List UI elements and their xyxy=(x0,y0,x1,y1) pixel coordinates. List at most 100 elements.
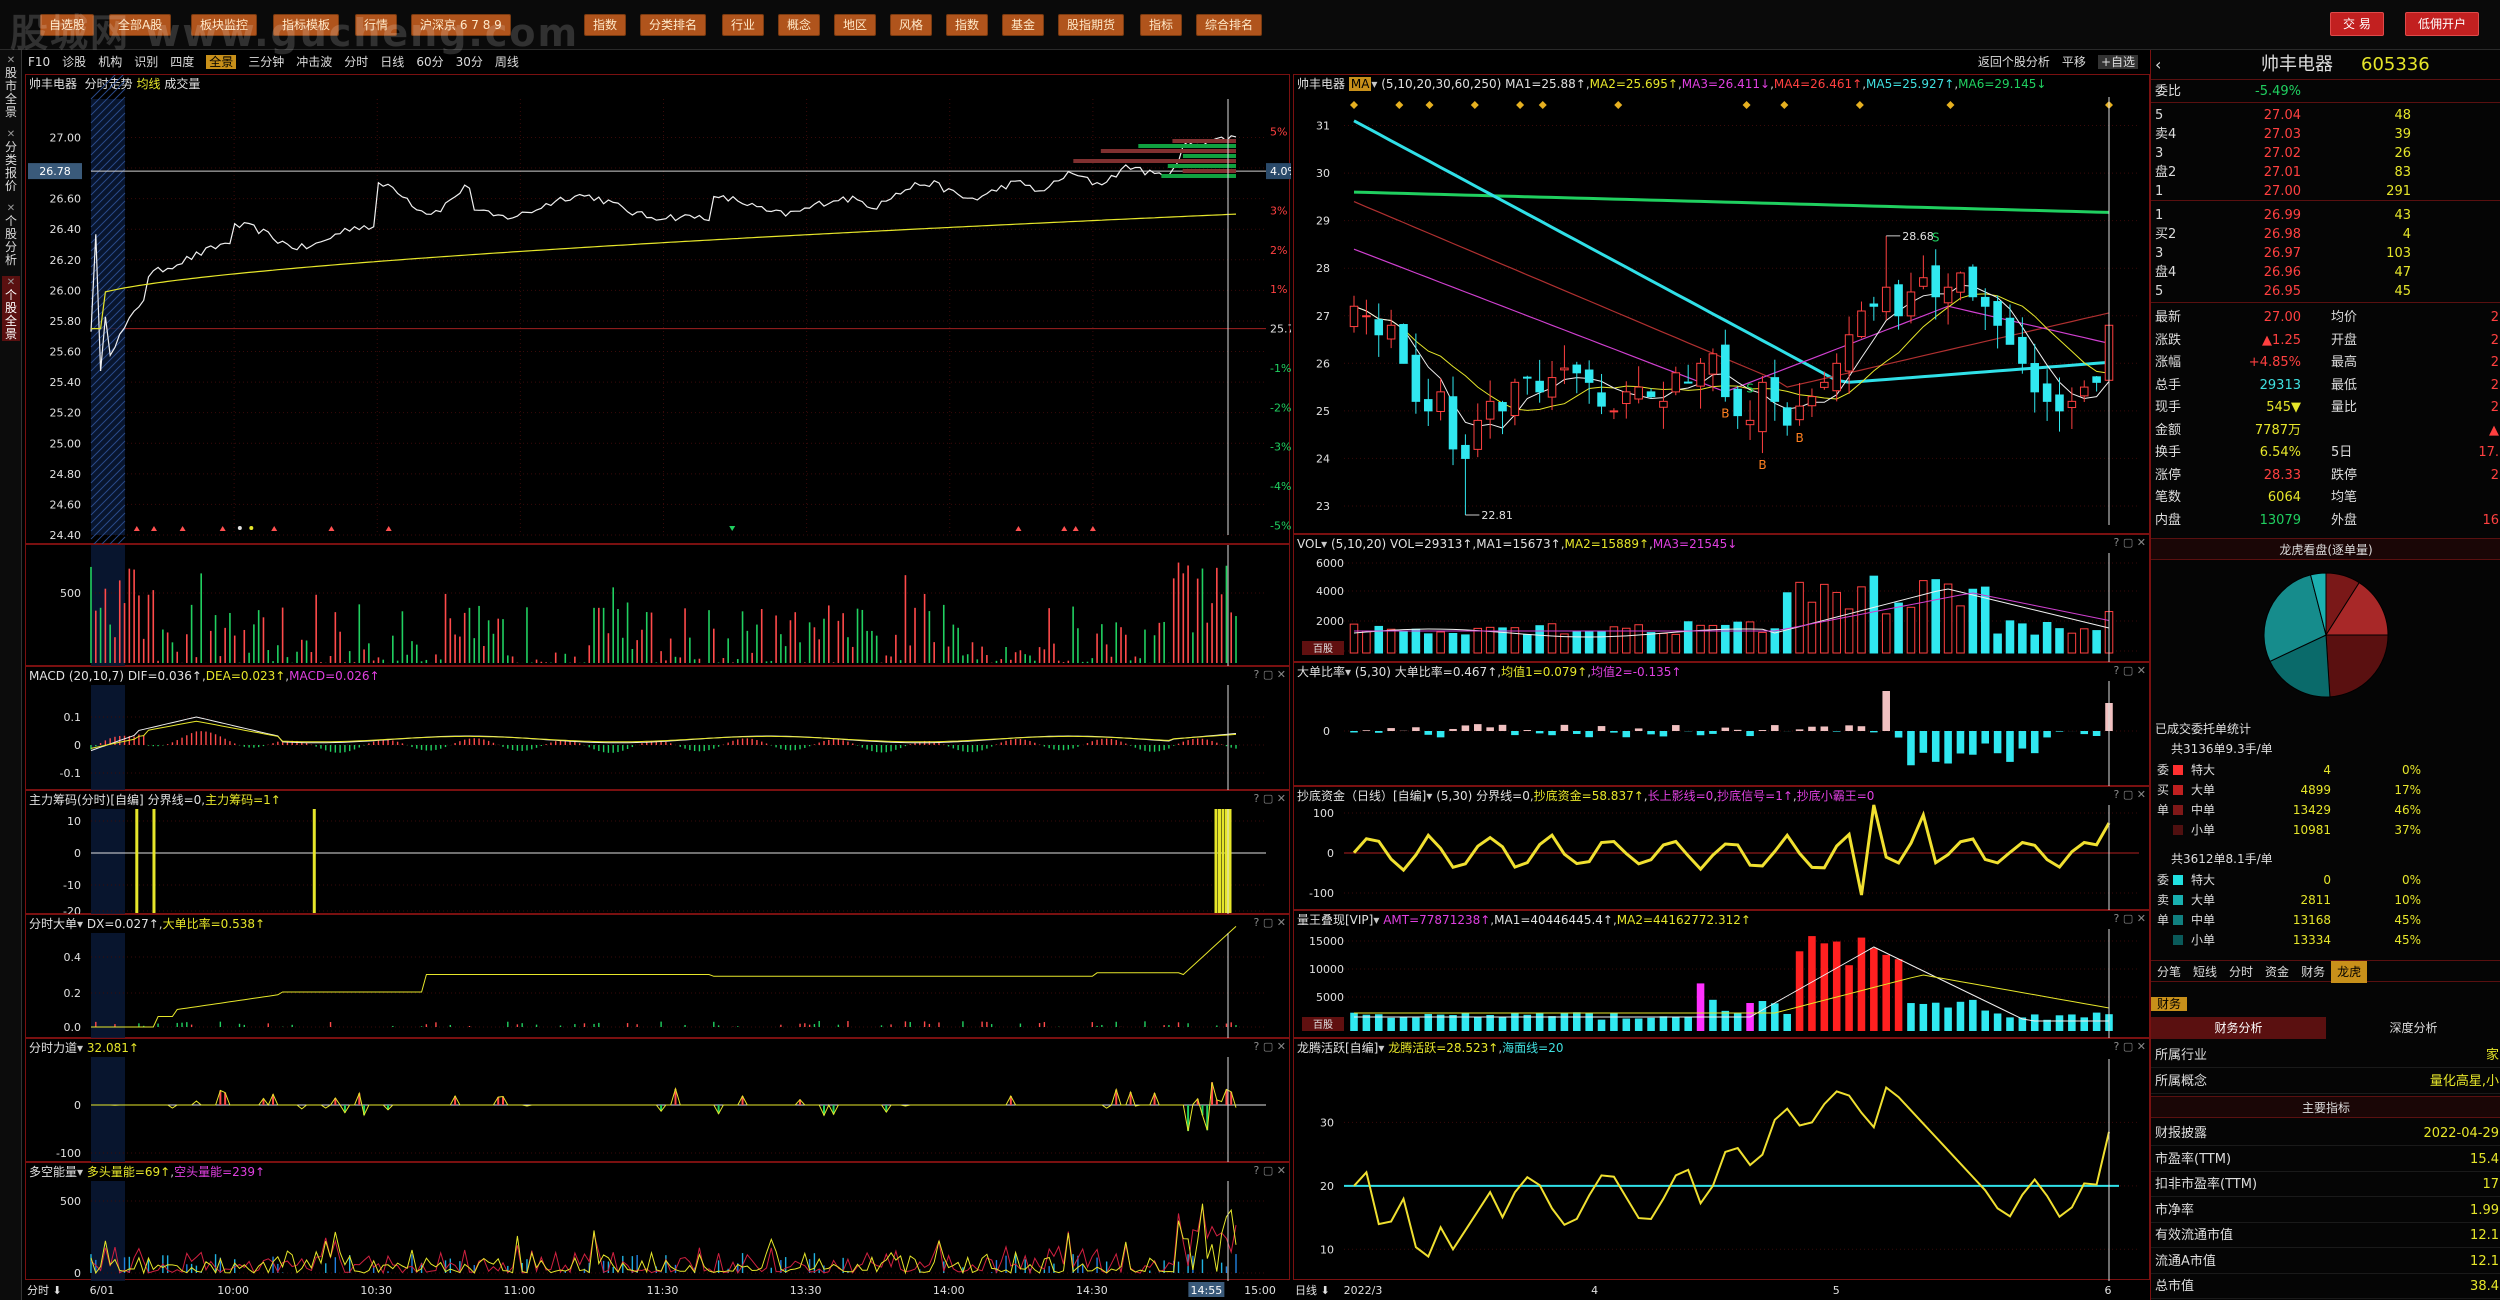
candle-body xyxy=(1807,396,1817,407)
main-chips-panel[interactable]: 主力筹码(分时)[自编] 分界线=0,主力筹码=1↑ ? ▢ ✕ 10 0 -10-… xyxy=(25,790,1290,915)
macd-panel[interactable]: MACD (20,10,7) DIF=0.036↑,DEA=0.023↑,MAC… xyxy=(25,666,1290,791)
long-short-energy-panel[interactable]: 多空能量▾ 多头量能=69↑,空头量能=239↑ ? ▢ ✕ 500 0 xyxy=(25,1162,1290,1281)
dragon-active-panel[interactable]: 龙腾活跃[自编]▾ 龙腾活跃=28.523↑,海面线=20 ? ▢ ✕ 30 20… xyxy=(1293,1038,2150,1281)
book-price: 27.02 xyxy=(2263,146,2301,161)
toolbar-item[interactable]: 周线 xyxy=(495,55,519,69)
macd-chart: 0.1 0 -0.1 xyxy=(60,685,1266,791)
toolbar-item[interactable]: 60分 xyxy=(416,55,443,69)
top-menu-button[interactable]: 概念 xyxy=(778,14,821,36)
top-menu-button[interactable]: 沪深京 6 7 8 9 xyxy=(411,14,511,36)
low-label: 22.81 xyxy=(1481,509,1513,522)
pie-slice xyxy=(2325,634,2389,698)
toolbar-item[interactable]: 全景 xyxy=(206,55,237,69)
top-menu-button[interactable]: 综合排名 xyxy=(1196,14,1263,36)
vtab-4[interactable]: ✕ 个股全景 xyxy=(2,276,20,341)
toolbar-item[interactable]: 诊股 xyxy=(62,55,86,69)
price-tick: 25.00 xyxy=(50,437,82,450)
top-menu-button[interactable]: 指数 xyxy=(584,14,627,36)
kline-price-panel[interactable]: 帅丰电器 MA ▾ (5,10,20,30,60,250) MA1=25.88↑,… xyxy=(1293,74,2150,534)
ask-row[interactable]: 盘2 27.01 83 xyxy=(2151,163,2500,182)
ask-row[interactable]: 5 27.04 48 xyxy=(2151,106,2500,125)
top-menu-button[interactable]: 股指期货 xyxy=(1058,14,1125,36)
toolbar-item[interactable]: 30分 xyxy=(456,55,483,69)
top-menu-button[interactable]: 地区 xyxy=(834,14,877,36)
toolbar-item[interactable]: 分时 xyxy=(344,55,368,69)
back-arrow-icon[interactable]: ‹ xyxy=(2155,50,2161,80)
quote-tab[interactable]: 分时 xyxy=(2223,961,2259,983)
bid-row[interactable]: 1 26.99 43 xyxy=(2151,206,2500,225)
quote-tab[interactable]: 财务 xyxy=(2295,961,2331,983)
ljtx-bar xyxy=(1597,1019,1606,1031)
top-menu-button[interactable]: 风格 xyxy=(890,14,933,36)
signal-diamond xyxy=(1614,101,1623,109)
toolbar-item[interactable]: 日线 xyxy=(380,55,404,69)
top-menu-button[interactable]: 分类排名 xyxy=(640,14,707,36)
trade-button[interactable]: 交 易 xyxy=(2330,12,2384,36)
toolbar-item[interactable]: 四度 xyxy=(170,55,194,69)
bid-row[interactable]: 3 26.97 103 xyxy=(2151,244,2500,263)
vtab-3[interactable]: ✕ 个股分析 xyxy=(2,202,20,267)
add-watch-button[interactable]: +自选 xyxy=(2097,55,2138,69)
fin-analysis-tab[interactable]: 财务分析 xyxy=(2151,1017,2326,1039)
ask-row[interactable]: 3 27.02 26 xyxy=(2151,144,2500,163)
bigorder-line xyxy=(91,926,1237,1028)
key-label: 市净率 xyxy=(2155,1202,2195,1218)
kline-volume-panel[interactable]: VOL▾ (5,10,20) VOL=29313↑,MA1=15673↑,MA2… xyxy=(1293,534,2150,663)
toolbar-item[interactable]: F10 xyxy=(28,55,50,69)
top-menu-button[interactable]: 基金 xyxy=(1002,14,1045,36)
top-menu-button[interactable]: 行情 xyxy=(355,14,398,36)
toolbar-item[interactable]: 三分钟 xyxy=(248,55,284,69)
kvol-bar xyxy=(1881,613,1891,654)
candle-body xyxy=(1832,362,1841,392)
quote-tab[interactable]: 短线 xyxy=(2187,961,2223,983)
kvol-bar xyxy=(1943,583,1953,654)
intraday-price-panel[interactable]: 帅丰电器 分时走势 均线 成交量 27.0026.8026.6026.4026.… xyxy=(25,74,1291,545)
bid-row[interactable]: 5 26.95 45 xyxy=(2151,282,2500,301)
quote-tab[interactable]: 分笔 xyxy=(2151,961,2187,983)
bid-row[interactable]: 盘4 26.96 47 xyxy=(2151,263,2500,282)
intraday-force-panel[interactable]: 分时力道▾ 32.081↑ ? ▢ ✕ 0 -100 xyxy=(25,1038,1290,1163)
vtab-2[interactable]: ✕ 分类报价 xyxy=(2,128,20,193)
order-pct: 45% xyxy=(2394,933,2421,947)
top-menu-button[interactable]: 指标模板 xyxy=(273,14,340,36)
order-pct: 0% xyxy=(2401,873,2421,887)
pct-tick: -1% xyxy=(1270,362,1291,375)
toolbar-item[interactable]: 识别 xyxy=(134,55,158,69)
book-label: 卖4 xyxy=(2155,127,2177,142)
quote-tab[interactable]: 龙虎 xyxy=(2331,961,2368,983)
top-menu-button[interactable]: 指标 xyxy=(1140,14,1183,36)
vtab-1[interactable]: ✕ 股市全景 xyxy=(2,54,20,119)
bottom-fishing-panel[interactable]: 抄底资金（日线）[自编]▾ (5,30) 分界线=0,抄底资金=58.837↑,… xyxy=(1293,786,2150,911)
signal-marker xyxy=(249,526,254,530)
top-menu-button[interactable]: 全部A股 xyxy=(109,14,172,36)
candle-body xyxy=(1758,381,1767,433)
finance-tab[interactable]: 财务 xyxy=(2151,997,2188,1011)
toolbar-item[interactable]: 冲击波 xyxy=(296,55,332,69)
book-price: 26.96 xyxy=(2263,265,2301,280)
top-menu-button[interactable]: 行业 xyxy=(722,14,765,36)
top-menu-button[interactable]: 板块监控 xyxy=(191,14,258,36)
fin-subtabs: 财务分析 深度分析 xyxy=(2151,1017,2500,1039)
quote-tab[interactable]: 资金 xyxy=(2259,961,2295,983)
kvol-tick: 6000 xyxy=(1316,557,1344,570)
ddbl-bar xyxy=(1820,726,1829,731)
kvol-bar xyxy=(1906,606,1916,654)
candle-body xyxy=(1782,407,1792,426)
kvol-bar xyxy=(1498,627,1507,654)
back-to-analysis-link[interactable]: 返回个股分析 xyxy=(1978,55,2050,69)
big-order-ratio-panel[interactable]: 大单比率▾ (5,30) 大单比率=0.467↑,均值1=0.079↑,均值2=… xyxy=(1293,662,2150,787)
flat-button[interactable]: 平移 xyxy=(2062,55,2086,69)
intraday-big-order-panel[interactable]: 分时大单▾ DX=0.027↑,大单比率=0.538↑ ? ▢ ✕ 0.4 0.2… xyxy=(25,914,1290,1039)
top-menu-button[interactable]: 自选股 xyxy=(40,14,95,36)
ask-row[interactable]: 卖4 27.03 39 xyxy=(2151,125,2500,144)
top-menu-button[interactable]: 指数 xyxy=(946,14,989,36)
volume-king-panel[interactable]: 量王叠现[VIP]▾ AMT=77871238↑,MA1=40446445.4↑… xyxy=(1293,910,2150,1039)
ask-row[interactable]: 1 27.00 291 xyxy=(2151,182,2500,201)
toolbar-item[interactable]: 机构 xyxy=(98,55,122,69)
bs-marker: S xyxy=(1932,230,1940,244)
date-tick: 4 xyxy=(1591,1284,1598,1297)
bid-row[interactable]: 买2 26.98 4 xyxy=(2151,225,2500,244)
intraday-volume-panel[interactable]: 500 xyxy=(25,544,1290,667)
open-account-button[interactable]: 低佣开户 xyxy=(2405,12,2480,36)
deep-analysis-tab[interactable]: 深度分析 xyxy=(2326,1017,2500,1039)
